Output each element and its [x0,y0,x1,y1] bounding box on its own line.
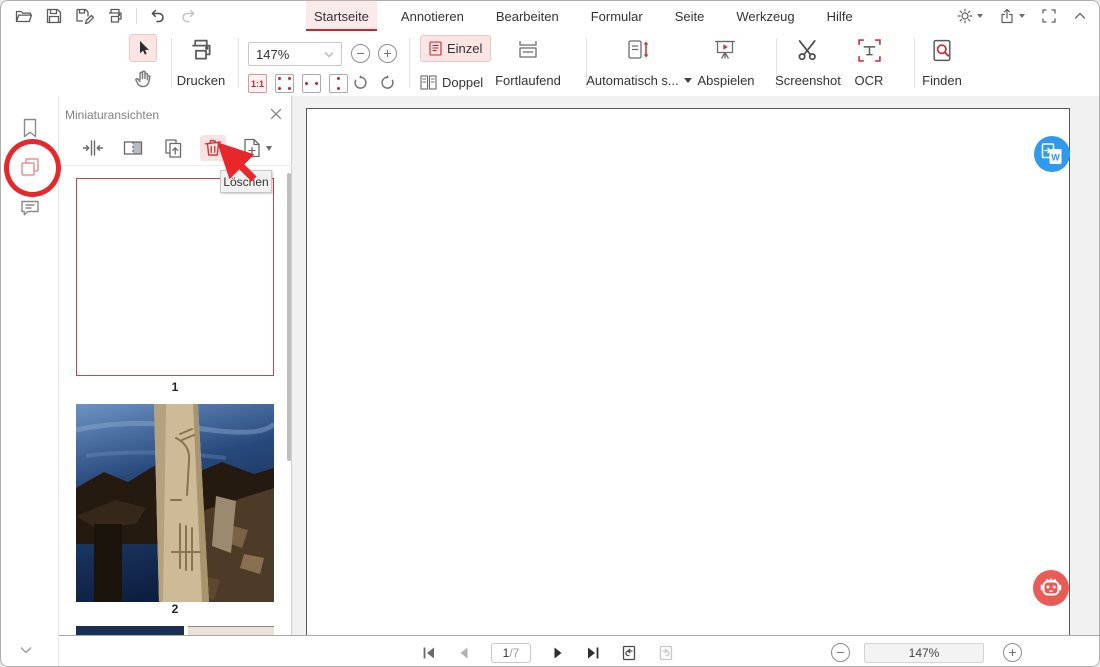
thumbnail-page-2[interactable] [76,404,274,602]
add-page-dropdown-caret[interactable] [266,146,272,151]
thumbnail-page-1[interactable] [76,178,274,376]
chevron-down-icon [684,78,692,83]
continuous-view-label[interactable]: Fortlaufend [488,73,568,88]
next-view-icon[interactable] [657,644,675,662]
app-window: Startseite Annotieren Bearbeiten Formula… [0,0,1100,667]
zoom-value: 147% [256,47,289,62]
find-icon[interactable] [930,38,955,63]
svg-text:W: W [1051,153,1060,163]
separator [914,38,915,88]
insert-pages-tool-icon[interactable] [80,135,106,161]
zoom-combobox[interactable]: 147% [248,42,342,66]
tab-bearbeiten[interactable]: Bearbeiten [488,1,567,31]
screenshot-scissors-icon[interactable] [796,39,819,61]
first-page-icon[interactable] [421,645,437,661]
fit-width-button[interactable] [302,74,321,93]
status-bar: 1 /7 − 14 [59,635,1100,667]
zoom-level-display[interactable]: 147% [864,643,984,663]
previous-page-icon[interactable] [456,645,472,661]
panel-title: Miniaturansichten [65,108,159,122]
find-label[interactable]: Finden [918,73,966,88]
share-button[interactable] [999,8,1025,24]
menubar: Startseite Annotieren Bearbeiten Formula… [1,1,1100,31]
fit-height-button[interactable] [329,74,348,93]
ocr-icon[interactable] [857,38,882,63]
tab-seite[interactable]: Seite [667,1,713,31]
page-number-input[interactable]: 1 /7 [491,643,531,663]
annotation-red-arrow [214,140,262,188]
total-pages: /7 [509,646,519,660]
open-file-icon[interactable] [15,7,33,25]
auto-scroll-icon[interactable] [625,37,651,63]
double-page-view-label: Doppel [442,75,483,90]
single-page-view-label: Einzel [447,41,482,56]
replace-page-tool-icon[interactable] [160,135,186,161]
chevron-down-icon [1019,14,1025,18]
theme-button[interactable] [957,8,983,24]
redo-icon[interactable] [179,7,197,25]
pdf-page[interactable] [306,108,1070,635]
ocr-label[interactable]: OCR [847,73,891,88]
auto-scroll-label: Automatisch s... [586,73,678,88]
expand-more-panels-icon[interactable] [19,643,33,657]
tab-startseite[interactable]: Startseite [306,1,377,31]
print-button-label[interactable]: Drucken [169,73,233,88]
ai-robot-button[interactable] [1033,570,1069,606]
continuous-view-icon[interactable] [516,39,540,61]
double-page-view-button[interactable]: Doppel [420,75,483,90]
fullscreen-icon[interactable] [1041,8,1057,24]
zoom-out-button[interactable]: − [831,643,850,662]
thumbnail-page-1-number: 1 [76,380,274,394]
thumbnail-page-2-number: 2 [76,602,274,616]
single-page-view-button[interactable]: Einzel [420,35,491,62]
tab-formular[interactable]: Formular [583,1,651,31]
collapse-toolbar-icon[interactable] [1073,9,1087,23]
rotate-counterclockwise-icon[interactable] [378,74,397,93]
bookmarks-panel-icon[interactable] [19,117,41,139]
chevron-down-icon [977,14,983,18]
current-page: 1 [503,646,510,660]
close-panel-icon[interactable] [269,107,283,121]
zoom-in-button[interactable]: + [378,44,397,63]
save-as-icon[interactable] [75,7,94,26]
tab-bar: Startseite Annotieren Bearbeiten Formula… [306,1,861,31]
convert-to-word-button[interactable]: W [1034,136,1070,172]
play-presentation-label[interactable]: Abspielen [694,73,758,88]
annotation-red-circle [4,139,61,197]
undo-icon[interactable] [149,7,167,25]
last-page-icon[interactable] [585,645,601,661]
play-presentation-icon[interactable] [712,38,738,62]
separator [238,38,239,88]
print-button-icon[interactable] [188,37,214,63]
separator [136,8,137,24]
main-toolbar: Drucken 147% − + 1:1 [1,31,1100,97]
previous-view-icon[interactable] [620,644,638,662]
next-page-icon[interactable] [550,645,566,661]
rotate-clockwise-icon[interactable] [351,74,370,93]
screenshot-label[interactable]: Screenshot [775,73,841,88]
print-icon[interactable] [106,7,124,25]
fit-actual-size-button[interactable]: 1:1 [248,74,267,93]
tab-hilfe[interactable]: Hilfe [819,1,861,31]
tab-werkzeug[interactable]: Werkzeug [728,1,802,31]
split-pages-tool-icon[interactable] [120,135,146,161]
select-tool-button[interactable] [129,34,157,62]
save-icon[interactable] [45,7,63,25]
hand-tool-button[interactable] [132,68,154,90]
document-area: W [292,96,1100,635]
panel-scrollbar[interactable] [287,173,291,461]
tab-annotieren[interactable]: Annotieren [393,1,472,31]
auto-scroll-button[interactable]: Automatisch s... [597,73,681,88]
fit-page-button[interactable] [275,74,294,93]
zoom-out-button[interactable]: − [351,44,370,63]
zoom-in-button[interactable]: + [1003,643,1022,662]
thumbnail-page-3-partial[interactable] [76,626,274,635]
comments-panel-icon[interactable] [19,197,41,219]
separator [409,38,410,88]
